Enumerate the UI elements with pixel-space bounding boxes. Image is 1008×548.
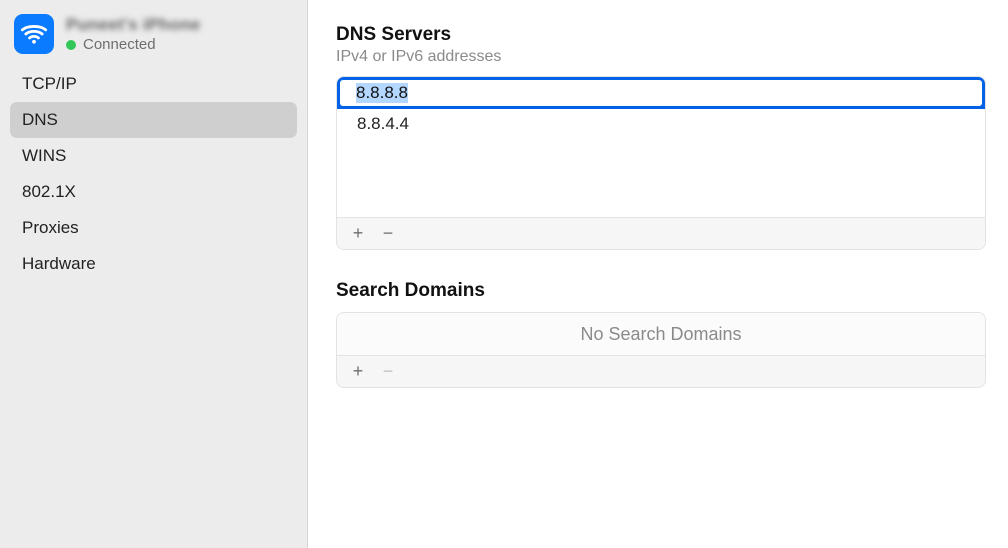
network-header: Puneet's iPhone Connected [10, 12, 297, 66]
sidebar-item-8021x[interactable]: 802.1X [10, 174, 297, 210]
search-domains-panel: No Search Domains + − [336, 312, 986, 388]
dns-section: DNS Servers IPv4 or IPv6 addresses 8.8.4… [336, 24, 986, 250]
wifi-icon [14, 14, 54, 54]
add-search-domain-button[interactable]: + [345, 360, 371, 384]
search-domains-empty[interactable]: No Search Domains [337, 313, 985, 355]
sidebar: Puneet's iPhone Connected TCP/IP DNS WIN… [0, 0, 308, 548]
main-content: DNS Servers IPv4 or IPv6 addresses 8.8.4… [308, 0, 1008, 548]
sidebar-item-hardware[interactable]: Hardware [10, 246, 297, 282]
status-label: Connected [83, 36, 156, 53]
dns-panel-footer: + − [337, 217, 985, 249]
network-title-wrap: Puneet's iPhone Connected [66, 15, 201, 53]
minus-icon: − [383, 361, 394, 382]
network-name: Puneet's iPhone [66, 15, 201, 35]
dns-panel: 8.8.4.4 + − [336, 76, 986, 250]
search-domains-section: Search Domains No Search Domains + − [336, 274, 986, 388]
remove-search-domain-button: − [375, 360, 401, 384]
dns-subtitle: IPv4 or IPv6 addresses [336, 48, 986, 66]
search-domains-footer: + − [337, 355, 985, 387]
dns-title: DNS Servers [336, 24, 986, 46]
dns-server-list[interactable]: 8.8.4.4 [337, 77, 985, 217]
status-row: Connected [66, 36, 201, 53]
dns-server-row-editing[interactable] [337, 77, 985, 109]
sidebar-item-dns[interactable]: DNS [10, 102, 297, 138]
sidebar-item-tcpip[interactable]: TCP/IP [10, 66, 297, 102]
plus-icon: + [353, 223, 364, 244]
sidebar-item-proxies[interactable]: Proxies [10, 210, 297, 246]
dns-server-input[interactable] [340, 80, 982, 106]
status-dot-icon [66, 40, 76, 50]
add-dns-button[interactable]: + [345, 222, 371, 246]
minus-icon: − [383, 223, 394, 244]
remove-dns-button[interactable]: − [375, 222, 401, 246]
search-domains-title: Search Domains [336, 280, 986, 302]
dns-server-row[interactable]: 8.8.4.4 [337, 109, 985, 139]
plus-icon: + [353, 361, 364, 382]
sidebar-item-wins[interactable]: WINS [10, 138, 297, 174]
